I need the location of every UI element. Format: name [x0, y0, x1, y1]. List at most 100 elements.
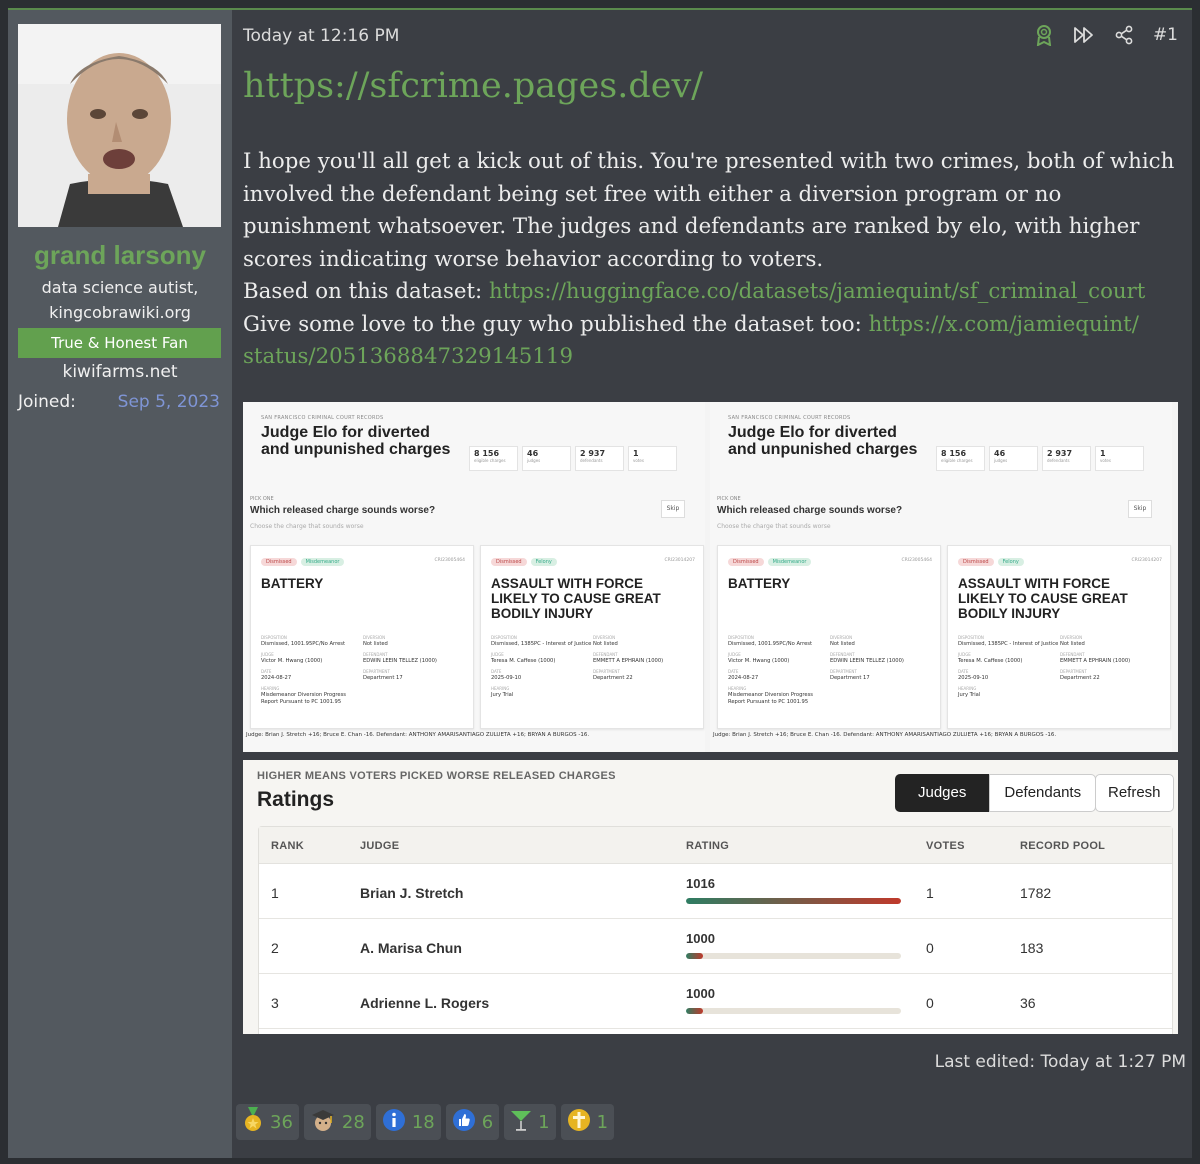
stat-label: judges: [994, 458, 1008, 463]
card-tags: Dismissed Misdemeanor: [261, 558, 345, 566]
field-label: JUDGE: [261, 652, 274, 657]
martini-icon: [510, 1108, 532, 1136]
thumbs-up-icon: [452, 1108, 476, 1136]
panel-kicker: SAN FRANCISCO CRIMINAL COURT RECORDS: [261, 415, 384, 421]
card-fields: DISPOSITION Dismissed, 1001.95PC/No Arres…: [261, 634, 466, 709]
elo-change-footer: Judge: Brian J. Stretch +16; Bruce E. Ch…: [246, 732, 590, 738]
field-label: DEFENDANT: [593, 652, 618, 657]
field-label: HEARING: [491, 686, 510, 691]
col-rating: RATING: [686, 840, 730, 852]
field-label: DEFENDANT: [830, 652, 855, 657]
stat-box: 2 937 defendants: [575, 446, 624, 471]
post-timestamp[interactable]: Today at 12:16 PM: [243, 26, 399, 46]
field-label: DEPARTMENT: [830, 669, 857, 674]
stat-value: 1: [1100, 449, 1106, 458]
reaction-graduate[interactable]: 28: [303, 1104, 371, 1140]
charge-card: Dismissed Misdemeanor CRI23005464 BATTERY…: [250, 545, 474, 729]
post-number[interactable]: #1: [1153, 25, 1178, 45]
field-value: Dismissed, 1385PC - Interest of Justice: [491, 641, 592, 647]
field-label: DISPOSITION: [491, 635, 517, 640]
rating-cell: 1000: [686, 931, 715, 946]
ratings-tabs: Judges Defendants: [895, 774, 1097, 812]
field-label: DIVERSION: [593, 635, 616, 640]
stat-label: defendants: [580, 458, 603, 463]
reaction-informative[interactable]: 18: [375, 1104, 441, 1140]
dataset-link[interactable]: https://huggingface.co/datasets/jamiequi…: [489, 279, 1145, 304]
field-value: Jury Trial: [491, 692, 514, 698]
field-label: DATE: [261, 669, 272, 674]
tag: Misdemeanor: [767, 558, 812, 566]
username[interactable]: grand larsony: [8, 240, 232, 271]
field-label: DIVERSION: [1060, 635, 1083, 640]
field-value: Not listed: [363, 641, 388, 647]
site-link[interactable]: https://sfcrime.pages.dev/: [243, 66, 703, 106]
stat-box: 46 judges: [522, 446, 571, 471]
table-row: 1 Brian J. Stretch 1016 1 1782: [259, 864, 1172, 919]
stat-label: votes: [633, 458, 644, 463]
stat-box: 8 156 eligible charges: [469, 446, 518, 471]
graduate-icon: [310, 1107, 336, 1137]
record-pool-cell: 183: [1020, 940, 1044, 956]
ratings-kicker: HIGHER MEANS VOTERS PICKED WORSE RELEASE…: [257, 770, 616, 782]
twitter-link-part-2: status/2051368847329145119: [243, 344, 574, 369]
stat-label: defendants: [1047, 458, 1070, 463]
field-value: Victor M. Hwang (1000): [261, 658, 323, 664]
embedded-screenshot-ratings[interactable]: HIGHER MEANS VOTERS PICKED WORSE RELEASE…: [243, 760, 1178, 1034]
user-site: kiwifarms.net: [62, 362, 178, 382]
stat-label: eligible charges: [941, 458, 973, 463]
stat-label: judges: [527, 458, 541, 463]
stat-value: 46: [994, 449, 1006, 458]
field-label: DEPARTMENT: [1060, 669, 1087, 674]
field-value: EDWIN LEEIN TELLEZ (1000): [363, 658, 437, 664]
stat-value: 2 937: [580, 449, 606, 458]
rating-cell: 1000: [686, 986, 715, 1001]
cross-icon: [567, 1108, 591, 1136]
stat-label: eligible charges: [474, 458, 506, 463]
field-label: JUDGE: [491, 652, 504, 657]
stat-value: 8 156: [941, 449, 967, 458]
judge-cell: A. Marisa Chun: [360, 940, 462, 956]
reaction-medal[interactable]: 36: [236, 1104, 299, 1140]
voting-panel-right: SAN FRANCISCO CRIMINAL COURT RECORDS Jud…: [710, 402, 1172, 752]
field-label: DISPOSITION: [958, 635, 984, 640]
field-value: 2024-08-27: [261, 675, 292, 681]
joined-label: Joined:: [18, 392, 76, 412]
skip-button: Skip: [661, 500, 685, 518]
col-judge: JUDGE: [360, 840, 400, 852]
post-container: grand larsony data science autist, kingc…: [8, 8, 1192, 1158]
reaction-martini[interactable]: 1: [504, 1104, 556, 1140]
col-record-pool: RECORD POOL: [1020, 840, 1106, 852]
stat-value: 2 937: [1047, 449, 1073, 458]
reaction-like[interactable]: 6: [445, 1104, 500, 1140]
stats-row: 8 156 eligible charges 46 judges 2 937 defe…: [936, 446, 1144, 471]
fast-forward-icon[interactable]: [1073, 24, 1095, 46]
field-label: DIVERSION: [830, 635, 853, 640]
tab-judges: Judges: [895, 774, 990, 812]
user-title: data science autist, kingcobrawiki.org: [8, 275, 232, 325]
rating-bar: [686, 898, 901, 904]
share-icon[interactable]: [1113, 24, 1135, 46]
field-label: DEFENDANT: [363, 652, 388, 657]
tag: Dismissed: [261, 558, 297, 566]
rating-bar-fill: [686, 1008, 704, 1014]
avatar[interactable]: [18, 24, 221, 227]
field-label: DISPOSITION: [728, 635, 754, 640]
user-title-line-1: data science autist,: [41, 278, 199, 297]
reaction-count: 28: [341, 1111, 365, 1133]
rank-cell: 2: [271, 940, 279, 956]
card-tags: Dismissed Felony: [491, 558, 557, 566]
field-value: Victor M. Hwang (1000): [728, 658, 790, 664]
tag: Dismissed: [958, 558, 994, 566]
tab-defendants: Defendants: [989, 774, 1097, 812]
field-label: HEARING: [261, 686, 280, 691]
panel-title: Judge Elo for diverted and unpunished ch…: [261, 424, 451, 458]
award-icon[interactable]: [1033, 24, 1055, 46]
col-votes: VOTES: [926, 840, 965, 852]
love-prefix: Give some love to the guy who published …: [243, 311, 869, 337]
field-label: HEARING: [728, 686, 747, 691]
reaction-cross[interactable]: 1: [560, 1104, 615, 1140]
twitter-link-part-1: https://x.com/jamiequint/: [868, 311, 1139, 337]
last-edited[interactable]: Last edited: Today at 1:27 PM: [935, 1052, 1186, 1072]
table-header: RANK JUDGE RATING VOTES RECORD POOL: [259, 827, 1172, 864]
embedded-screenshot-voting[interactable]: SAN FRANCISCO CRIMINAL COURT RECORDS Jud…: [243, 402, 1178, 752]
